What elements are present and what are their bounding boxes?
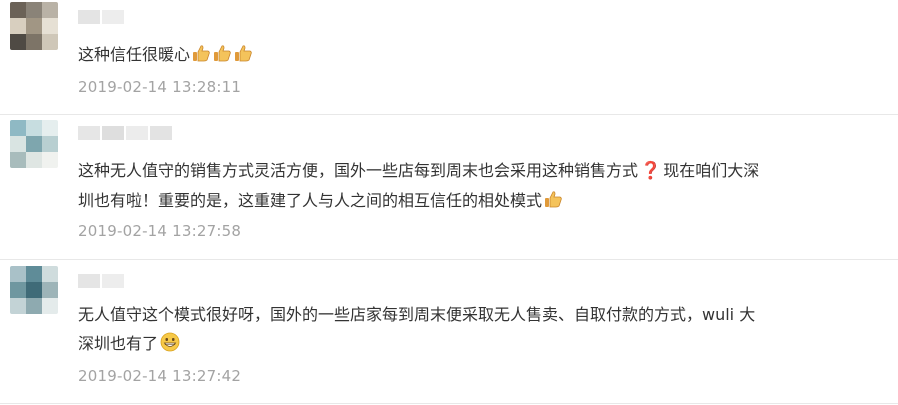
comment-text-content: 这种无人值守的销售方式灵活方便，国外一些店每到周末也会采用这种销售方式 (78, 161, 639, 180)
comment-item: 这种信任很暖心 2019-02-14 13:28:11 (0, 0, 898, 116)
thumbs-up-icon (232, 45, 253, 64)
comment-text-line: 圳也有啦！重要的是，这重建了人与人之间的相互信任的相处模式 (78, 186, 818, 215)
thumbs-up-icon (190, 45, 211, 64)
comment-item: 无人值守这个模式很好呀，国外的一些店家每到周末便采取无人售卖、自取付款的方式，w… (0, 260, 898, 405)
thumbs-up-icon (211, 45, 232, 64)
comment-text-content: 深圳也有了 (78, 334, 159, 353)
comment-text: 这种无人值守的销售方式灵活方便，国外一些店每到周末也会采用这种销售方式 ❓ 现在咱们… (78, 156, 818, 215)
username-blurred[interactable] (78, 274, 128, 288)
divider (0, 403, 898, 404)
grinning-face-icon (158, 332, 180, 353)
avatar[interactable] (10, 120, 58, 168)
divider (0, 114, 898, 115)
comment-text-content: 这种信任很暖心 (78, 45, 191, 64)
username-blurred[interactable] (78, 10, 134, 24)
username-blurred[interactable] (78, 126, 178, 140)
question-mark-icon: ❓ (640, 161, 662, 181)
comment-text-line: 无人值守这个模式很好呀，国外的一些店家每到周末便采取无人售卖、自取付款的方式，w… (78, 305, 756, 324)
comment-text-line: 深圳也有了 (78, 329, 818, 358)
comment-text: 这种信任很暖心 (78, 40, 818, 69)
avatar[interactable] (10, 2, 58, 50)
comment-timestamp: 2019-02-14 13:27:42 (78, 367, 242, 385)
comment-text-content: 现在咱们大深 (663, 161, 760, 180)
comment-item: 这种无人值守的销售方式灵活方便，国外一些店每到周末也会采用这种销售方式 ❓ 现在咱们… (0, 116, 898, 260)
comment-text-content: 圳也有啦！重要的是，这重建了人与人之间的相互信任的相处模式 (78, 191, 543, 210)
comment-timestamp: 2019-02-14 13:28:11 (78, 78, 242, 96)
thumbs-up-icon (542, 191, 563, 210)
comment-text: 无人值守这个模式很好呀，国外的一些店家每到周末便采取无人售卖、自取付款的方式，w… (78, 300, 818, 358)
comment-text-line: 这种无人值守的销售方式灵活方便，国外一些店每到周末也会采用这种销售方式 ❓ 现在咱们… (78, 156, 818, 186)
avatar[interactable] (10, 266, 58, 314)
comment-timestamp: 2019-02-14 13:27:58 (78, 222, 242, 240)
